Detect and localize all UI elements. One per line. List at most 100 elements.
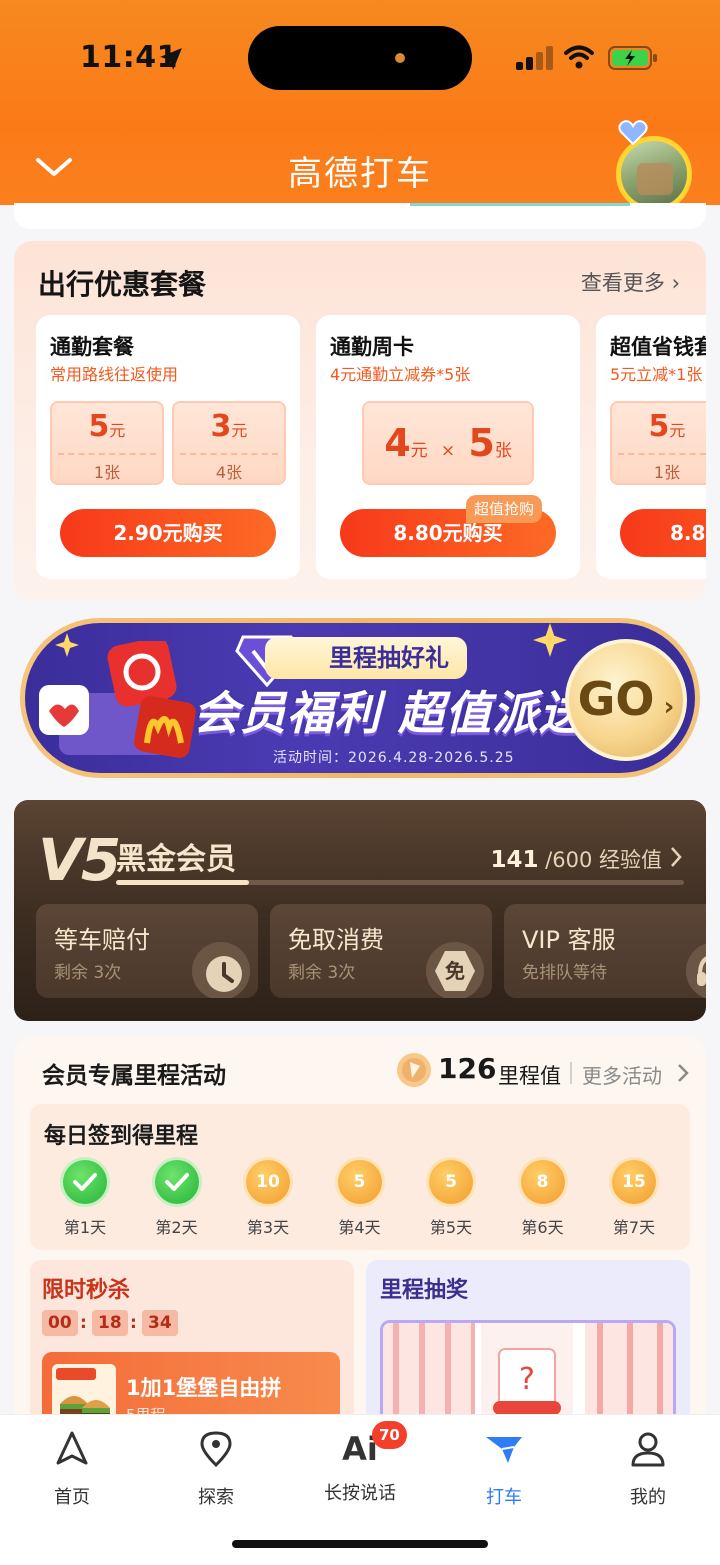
package-title: 超值省钱套 [610,335,706,359]
taxi-icon [486,1437,522,1463]
package-title: 通勤周卡 [330,335,414,359]
checkin-title: 每日签到得里程 [44,1124,199,1149]
location-pin-icon [200,1431,232,1468]
divider [570,1062,572,1084]
checkin-day[interactable]: 5 第4天 [325,1160,395,1238]
coupon-amount: 3 [210,409,232,444]
avatar[interactable] [612,120,698,212]
mileage-reward: 15 [612,1160,656,1204]
free-icon: 免 [426,942,484,998]
coupon: 5元 1张 [610,401,706,485]
go-label: GO [577,672,655,726]
countdown-separator: : [80,1313,87,1333]
home-indicator[interactable] [232,1540,488,1548]
coupon-amount: 5 [88,409,110,444]
vip-progress-fill [116,880,250,885]
perk-sub: 剩余 3次 [54,963,122,983]
coupon-count: 1张 [93,463,121,482]
go-button[interactable]: GO › [565,639,687,761]
vip-membership-card[interactable]: V5 黑金会员 141 /600 经验值 等车赔付 剩余 3次 免取消费 剩余 … [14,800,706,1021]
tab-explore[interactable]: 探索 [156,1429,276,1509]
checkin-day[interactable]: 15 第7天 [599,1160,669,1238]
perk-vip-service[interactable]: VIP 客服 免排队等待 [504,904,706,998]
tab-voice-ai[interactable]: Ai 70 长按说话 [300,1421,420,1505]
tab-label: 探索 [198,1487,234,1508]
mileage-reward: 5 [429,1160,473,1204]
coupon-times: × [440,441,456,461]
buy-button[interactable]: 2.90元购买 [60,509,276,557]
mileage-reward: 8 [520,1160,565,1204]
mileage-lottery[interactable]: 里程抽奖 ? [366,1260,690,1436]
coupon-unit: 元 [410,441,428,461]
exp-total: /600 经验值 [545,848,662,872]
perk-sub: 剩余 3次 [288,963,356,983]
svg-text:?: ? [519,1362,535,1397]
mileage-activities-section: 会员专属里程活动 126 里程值 更多活动 每日签到得里程 第1天 第2天 10 第3… [14,1036,706,1436]
top-strip-line [410,203,630,206]
checkin-day[interactable]: 5 第5天 [416,1160,486,1238]
battery-icon [608,46,657,70]
tab-label: 长按说话 [324,1483,396,1504]
checkin-day[interactable]: 10 第3天 [233,1160,303,1238]
chevron-right-icon [678,1064,689,1082]
tab-taxi[interactable]: 打车 [444,1429,564,1509]
free-icon-label: 免 [435,951,475,991]
coupon-amount: 5 [648,409,670,444]
buy-button[interactable]: 8.8 [620,509,706,557]
notification-badge: 70 [372,1421,407,1449]
countdown-separator: : [130,1313,137,1333]
vip-level: V5 [38,826,121,894]
coupon: 4元 × 5张 [362,401,534,485]
avatar-image [616,136,692,212]
banner-headline: 会员福利 超值派送 [193,686,587,740]
package-card-saver[interactable]: 超值省钱套 5元立减*1张 5元 1张 8.8 [596,315,706,579]
coupon-amount: 4 [384,421,411,465]
banner-tag: 里程抽好礼 [265,637,467,679]
tab-label: 首页 [54,1487,90,1508]
dynamic-island [248,26,472,90]
tab-home[interactable]: 首页 [12,1429,132,1509]
vip-experience[interactable]: 141 /600 经验值 [490,844,662,874]
checkin-day[interactable]: 第1天 [50,1160,120,1238]
mileage-coin-icon [397,1053,431,1087]
day-label: 第6天 [521,1218,564,1237]
coupon-qty: 5 [468,421,495,465]
cellular-signal-icon [516,46,553,70]
more-activities-link[interactable]: 更多活动 [582,1060,662,1089]
vip-name: 黑金会员 [116,842,236,877]
coupon-unit: 元 [669,421,686,440]
sparkle-icon [533,623,567,657]
chevron-right-icon [671,847,682,867]
perk-sub: 免排队等待 [522,963,607,983]
perk-title: 免取消费 [288,926,384,954]
coupon-unit: 元 [109,421,126,440]
checkin-day[interactable]: 8 第6天 [508,1160,578,1238]
promo-banner[interactable]: 里程抽好礼 会员福利 超值派送 活动时间：2026.4.28-2026.5.25… [20,618,700,778]
coupon-count: 4张 [215,463,243,482]
checkin-day[interactable]: 第2天 [142,1160,212,1238]
package-card-commute[interactable]: 通勤套餐 常用路线往返使用 5元 1张 3元 4张 2.90元购买 [36,315,300,579]
hot-sale-tag: 超值抢购 [466,495,543,523]
chevron-right-icon: › [671,271,680,295]
coupon-qty-unit: 张 [494,441,512,461]
exp-current: 141 [490,847,539,873]
section-title: 出行优惠套餐 [38,268,207,301]
view-more-link[interactable]: 查看更多 › [581,267,680,297]
wifi-icon [564,45,594,69]
mileage-unit: 里程值 [498,1064,561,1088]
perk-title: VIP 客服 [522,926,616,954]
mileage-reward: 10 [246,1160,290,1204]
day-label: 第4天 [338,1218,381,1237]
coupon: 5元 1张 [50,401,164,485]
package-card-weekly[interactable]: 通勤周卡 4元通勤立减券*5张 4元 × 5张 8.80元购买 超值抢购 [316,315,580,579]
perk-free-cancel[interactable]: 免取消费 剩余 3次 免 [270,904,492,998]
banner-body: 里程抽好礼 会员福利 超值派送 活动时间：2026.4.28-2026.5.25… [25,623,695,773]
perk-wait-compensation[interactable]: 等车赔付 剩余 3次 [36,904,258,998]
package-title: 通勤套餐 [50,335,134,359]
mileage-points: 126 [438,1052,497,1085]
flash-sale[interactable]: 限时秒杀 00 : 18 : 34 1加1堡堡自由拼 5里程 [30,1260,354,1436]
tab-profile[interactable]: 我的 [588,1429,708,1509]
package-subtitle: 5元立减*1张 [610,365,703,384]
location-arrow-icon [160,48,182,70]
top-card-remnant [14,203,706,229]
